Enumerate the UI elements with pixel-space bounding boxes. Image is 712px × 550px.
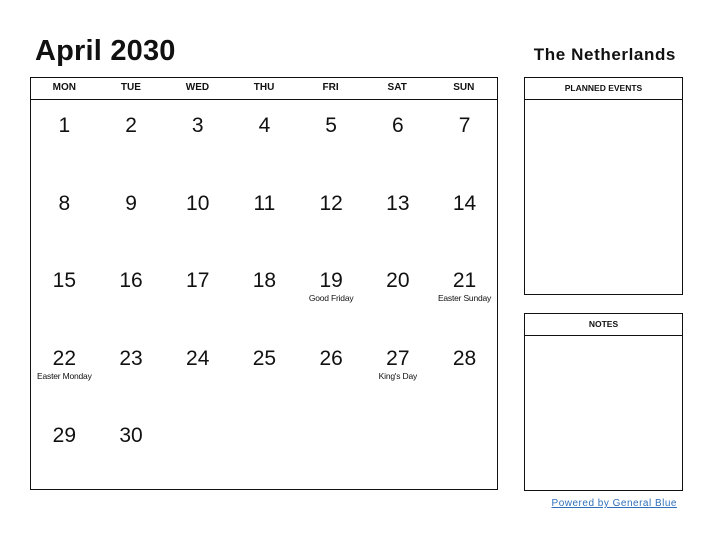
day-cell[interactable]: 17 [164,255,231,333]
day-number: 9 [125,191,137,215]
day-number: 21 [452,269,477,293]
day-number [298,410,365,424]
day-cell[interactable] [431,410,498,488]
day-number: 17 [186,269,210,293]
day-number: 11 [253,191,276,215]
day-cell[interactable]: 4 [231,100,298,178]
weekday-sun: SUN [453,82,475,93]
day-number [431,410,498,424]
day-cell[interactable]: 10 [164,178,231,256]
notes-heading: NOTES [525,314,682,336]
day-cell[interactable]: 6 [365,100,432,178]
day-cell[interactable] [231,410,298,488]
day-cell[interactable]: 27 King's Day [365,333,432,411]
day-number: 2 [125,114,137,137]
day-number: 30 [119,424,143,448]
day-number: 23 [119,346,143,370]
day-cell[interactable]: 26 [298,333,365,411]
day-cell[interactable]: 5 [298,100,365,178]
day-cell[interactable]: 2 [98,100,165,178]
powered-by-link[interactable]: Powered by General Blue [552,498,677,509]
day-cell[interactable]: 11 [231,178,298,256]
day-cell[interactable]: 9 [98,178,165,256]
holiday-label: Good Friday [308,293,354,304]
day-number [164,410,231,424]
day-number [365,410,432,424]
day-cell[interactable]: 19 Good Friday [298,255,365,333]
country-name: The Netherlands [533,45,676,64]
day-number: 20 [386,269,410,293]
day-cell[interactable] [164,410,231,488]
day-number: 18 [252,269,277,293]
day-cell[interactable]: 12 [298,178,365,256]
day-cell[interactable]: 23 [98,333,165,411]
day-number: 19 [319,269,343,293]
day-cell[interactable]: 15 [31,255,98,333]
calendar-grid: MON TUE WED THU FRI SAT SUN 1 2 3 4 5 6 7 8 9 10 1… [30,77,498,490]
day-number: 26 [319,346,343,370]
day-number: 25 [252,346,277,370]
holiday-label: Easter Monday [37,370,92,381]
weekday-tue: TUE [120,82,141,93]
days-grid: 1 2 3 4 5 6 7 8 9 10 11 12 13 14 15 16 17 18 19 Good Friday… [31,100,497,489]
holiday-label: King's Day [378,370,418,381]
day-cell[interactable]: 24 [164,333,231,411]
day-cell[interactable]: 25 [231,333,298,411]
day-cell[interactable] [298,410,365,488]
day-number: 3 [191,114,204,137]
day-cell[interactable]: 20 [365,255,432,333]
day-number [231,410,298,424]
day-cell[interactable]: 21 Easter Sunday [431,255,498,333]
day-number: 24 [186,346,210,370]
day-cell[interactable]: 8 [31,178,98,256]
day-number: 10 [186,191,210,215]
day-number: 22 [52,346,77,370]
day-number: 27 [386,346,410,370]
month-title: April 2030 [35,35,176,67]
weekday-header: MON TUE WED THU FRI SAT SUN [31,78,497,100]
day-number: 4 [258,114,271,137]
planned-events-heading: PLANNED EVENTS [525,78,682,100]
day-cell[interactable]: 18 [231,255,298,333]
day-cell[interactable]: 28 [431,333,498,411]
day-number: 14 [452,191,477,215]
day-number: 1 [58,114,71,137]
weekday-wed: WED [185,82,210,93]
day-cell[interactable]: 29 [31,410,98,488]
day-number: 16 [119,269,143,293]
day-cell[interactable]: 16 [98,255,165,333]
weekday-thu: THU [253,82,275,93]
day-number: 28 [452,346,477,370]
day-cell[interactable] [365,410,432,488]
day-number: 8 [58,191,71,215]
day-number: 5 [325,114,337,137]
holiday-label: Easter Sunday [437,293,492,304]
day-number: 29 [52,424,77,448]
weekday-fri: FRI [322,82,339,93]
day-cell[interactable]: 1 [31,100,98,178]
planned-events-panel: PLANNED EVENTS [524,77,683,295]
weekday-sat: SAT [387,82,407,93]
day-number: 6 [392,114,404,137]
notes-panel: NOTES [524,313,683,491]
day-number: 12 [319,191,343,215]
day-cell[interactable]: 3 [164,100,231,178]
weekday-mon: MON [52,82,76,93]
day-cell[interactable]: 14 [431,178,498,256]
day-number: 7 [458,114,471,137]
day-cell[interactable]: 30 [98,410,165,488]
day-number: 15 [52,269,77,293]
day-cell[interactable]: 22 Easter Monday [31,333,98,411]
day-number: 13 [386,191,410,215]
day-cell[interactable]: 13 [365,178,432,256]
day-cell[interactable]: 7 [431,100,498,178]
